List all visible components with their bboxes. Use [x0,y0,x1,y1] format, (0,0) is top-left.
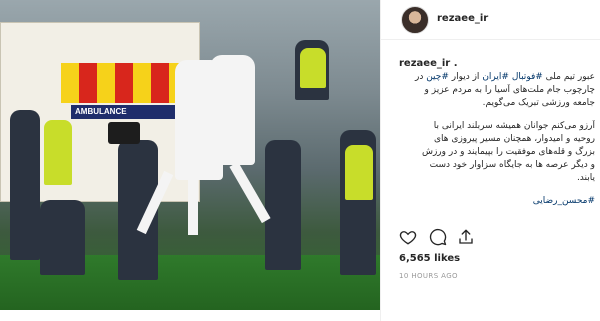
caption-line: بزرگ و قله‌های موفقیت را بپیمایند و در و… [421,147,595,157]
caption-line: روحیه و امیدوار، همچنان مسیر پیروزی های [434,134,595,144]
caption: rezaee_ir . عبور تیم ملی #فوتبال #ایران … [399,58,595,208]
comment-icon[interactable] [429,228,447,246]
steward-vest [345,145,373,200]
caption-username-suffix: . [453,58,458,69]
camera-graphic [108,122,140,144]
caption-username[interactable]: rezaee_ir [399,58,450,69]
hashtag-link[interactable]: #ایران [482,72,509,82]
caption-line: آرزو می‌کنم جوانان همیشه سربلند ایرانی ب… [433,121,595,131]
hashtag-link[interactable]: #محسن_رضایی [533,196,595,206]
caption-line [399,110,595,120]
caption-text: عبور تیم ملی #فوتبال #ایران از دیوار #چی… [399,71,595,208]
caption-line: عبور تیم ملی #فوتبال #ایران از دیوار #چی… [414,72,595,82]
header-username[interactable]: rezaee_ir [437,13,488,24]
caption-line: #محسن_رضایی [399,195,595,208]
heart-icon[interactable] [399,228,417,246]
post-photo[interactable]: AMBULANCE [0,0,380,310]
spectator-figure [10,110,40,260]
caption-line: و دیگر عرصه ها به جایگاه سزاوار خود دست [429,160,595,170]
caption-line: جامعه ورزشی تبریک می‌گویم. [482,98,595,108]
spectator-figure [265,140,301,270]
action-bar [399,228,599,246]
hashtag-link[interactable]: #فوتبال [512,72,543,82]
avatar[interactable] [401,6,429,34]
post-header: rezaee_ir [381,0,600,40]
caption-line [399,185,595,195]
caption-line: چارچوب جام ملت‌های آسیا را به مردم عزیز … [424,85,595,95]
likes-count[interactable]: 6,565 likes [399,253,460,264]
hashtag-link[interactable]: #چین [426,72,449,82]
steward-vest [300,48,326,88]
player-figure [210,55,255,165]
caption-line: یابند. [576,173,595,183]
post-timestamp: 10 HOURS AGO [399,272,458,280]
photographer-figure [40,200,85,275]
steward-vest [44,120,72,185]
post-side-panel: rezaee_ir rezaee_ir . عبور تیم ملی #فوتب… [380,0,600,321]
caption-username-line: rezaee_ir . [399,58,595,69]
share-icon[interactable] [457,228,475,246]
player-leg [188,175,198,235]
